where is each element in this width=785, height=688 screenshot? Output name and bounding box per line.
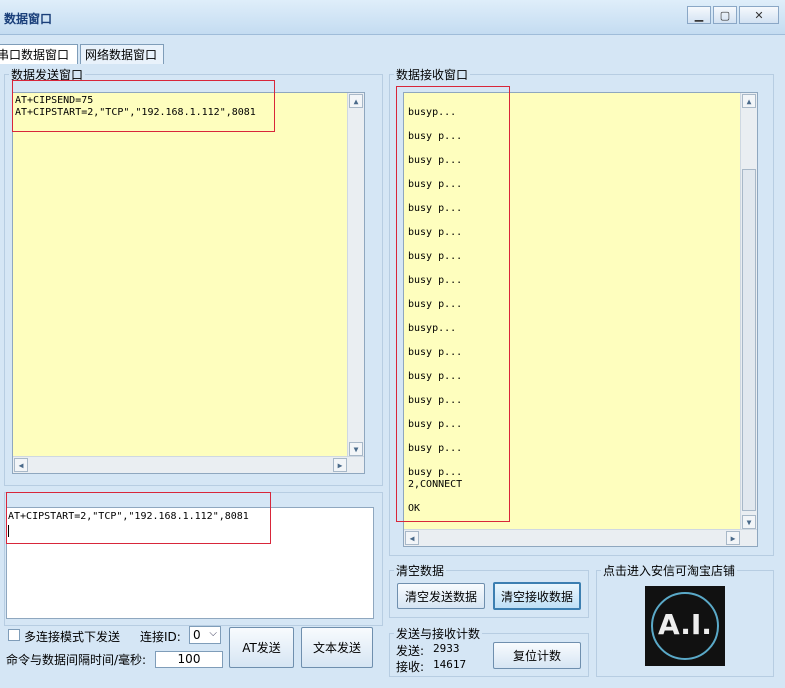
tab-serial[interactable]: 串口数据窗口 (0, 44, 78, 64)
minimize-icon: ▁ (694, 8, 704, 22)
maximize-button[interactable]: ▢ (713, 6, 737, 24)
interval-label: 命令与数据间隔时间/毫秒: (6, 653, 147, 667)
clear-receive-button[interactable]: 清空接收数据 (493, 582, 581, 610)
scroll-thumb[interactable] (742, 169, 756, 511)
maximize-icon: ▢ (719, 8, 731, 22)
send-horizontal-scrollbar[interactable]: ◀ ▶ (13, 456, 364, 473)
scroll-up-icon[interactable]: ▲ (349, 94, 363, 108)
clear-panel-legend: 清空数据 (396, 564, 445, 578)
interval-input[interactable]: 100 (155, 651, 223, 668)
clear-send-button[interactable]: 清空发送数据 (397, 583, 485, 609)
send-count-value: 2933 (433, 642, 460, 655)
send-count-label: 发送: (396, 644, 425, 658)
counter-panel-legend: 发送与接收计数 (396, 627, 481, 641)
command-highlight-box (6, 492, 271, 544)
title-bar: 数据窗口 ▁ ▢ ✕ (0, 0, 785, 35)
scroll-down-icon[interactable]: ▼ (742, 515, 756, 529)
conn-id-select[interactable]: 0 ⌵ (189, 626, 221, 644)
scroll-left-icon[interactable]: ◀ (405, 531, 419, 545)
conn-id-label: 连接ID: (140, 630, 181, 644)
receive-panel-legend: 数据接收窗口 (396, 68, 469, 82)
at-send-button[interactable]: AT发送 (229, 627, 294, 668)
receive-horizontal-scrollbar[interactable]: ◀ ▶ (404, 529, 757, 546)
scroll-down-icon[interactable]: ▼ (349, 442, 363, 456)
window-title: 数据窗口 (4, 12, 53, 26)
close-button[interactable]: ✕ (739, 6, 779, 24)
reset-count-button[interactable]: 复位计数 (493, 642, 581, 669)
chevron-down-icon: ⌵ (209, 628, 217, 639)
multi-conn-checkbox[interactable] (8, 629, 20, 641)
logo-text: A.I. (658, 608, 712, 641)
window-controls: ▁ ▢ ✕ (685, 6, 779, 24)
receive-highlight-box (396, 86, 510, 522)
send-text-area[interactable]: AT+CIPSEND=75 AT+CIPSTART=2,"TCP","192.1… (12, 92, 365, 474)
scroll-left-icon[interactable]: ◀ (14, 458, 28, 472)
close-icon: ✕ (754, 8, 764, 22)
send-highlight-box (12, 80, 275, 132)
multi-conn-label: 多连接模式下发送 (24, 630, 121, 644)
receive-vertical-scrollbar[interactable]: ▲ ▼ (740, 93, 757, 530)
scroll-up-icon[interactable]: ▲ (742, 94, 756, 108)
send-vertical-scrollbar[interactable]: ▲ ▼ (347, 93, 364, 457)
shop-panel-legend: 点击进入安信可淘宝店铺 (603, 564, 736, 578)
recv-count-label: 接收: (396, 660, 425, 674)
tab-network[interactable]: 网络数据窗口 (80, 44, 164, 64)
text-send-button[interactable]: 文本发送 (301, 627, 373, 668)
minimize-button[interactable]: ▁ (687, 6, 711, 24)
conn-id-value: 0 (193, 628, 201, 642)
scroll-right-icon[interactable]: ▶ (726, 531, 740, 545)
scroll-right-icon[interactable]: ▶ (333, 458, 347, 472)
recv-count-value: 14617 (433, 658, 467, 671)
shop-logo[interactable]: A.I. (645, 586, 725, 666)
